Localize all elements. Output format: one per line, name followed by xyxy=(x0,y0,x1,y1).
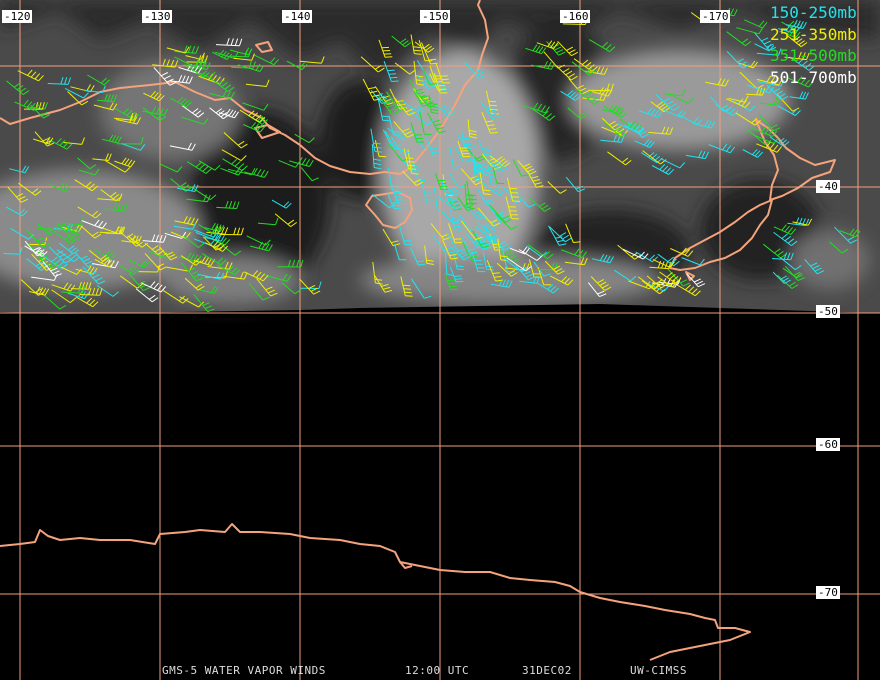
lat-label-50: -50 xyxy=(816,305,840,318)
svg-text:-170: -170 xyxy=(702,10,729,23)
lon-label-170: -170 xyxy=(700,10,730,23)
lon-label-140: -140 xyxy=(282,10,312,23)
source-credit: UW-CIMSS xyxy=(630,664,687,677)
svg-text:-160: -160 xyxy=(562,10,589,23)
svg-text:-40: -40 xyxy=(818,180,838,193)
svg-text:-120: -120 xyxy=(4,10,31,23)
lon-label-130: -130 xyxy=(142,10,172,23)
svg-text:-50: -50 xyxy=(818,305,838,318)
valid-time: 12:00 UTC xyxy=(405,664,470,677)
antarctica-coast xyxy=(0,523,751,661)
legend-item-251-350: 251-350mb xyxy=(770,25,857,44)
svg-text:-150: -150 xyxy=(422,10,449,23)
legend-item-501-700: 501-700mb xyxy=(770,68,857,87)
valid-date: 31DEC02 xyxy=(522,664,572,677)
svg-text:-60: -60 xyxy=(818,438,838,451)
lat-label-40: -40 xyxy=(816,180,840,193)
lat-label-70: -70 xyxy=(816,586,840,599)
lon-label-160: -160 xyxy=(560,10,590,23)
lon-label-120: -120 xyxy=(2,10,32,23)
satellite-map: -120 -130 -140 -150 -160 -170 -40 -50 -6… xyxy=(0,0,880,680)
satellite-title: GMS-5 WATER VAPOR WINDS xyxy=(162,664,326,677)
lat-label-60: -60 xyxy=(816,438,840,451)
svg-text:-130: -130 xyxy=(144,10,171,23)
footer-caption: GMS-5 WATER VAPOR WINDS 12:00 UTC 31DEC0… xyxy=(0,664,880,678)
svg-text:-70: -70 xyxy=(818,586,838,599)
svg-text:-140: -140 xyxy=(284,10,311,23)
legend-item-351-500: 351-500mb xyxy=(770,46,857,65)
lon-label-150: -150 xyxy=(420,10,450,23)
legend-item-150-250: 150-250mb xyxy=(770,3,857,22)
